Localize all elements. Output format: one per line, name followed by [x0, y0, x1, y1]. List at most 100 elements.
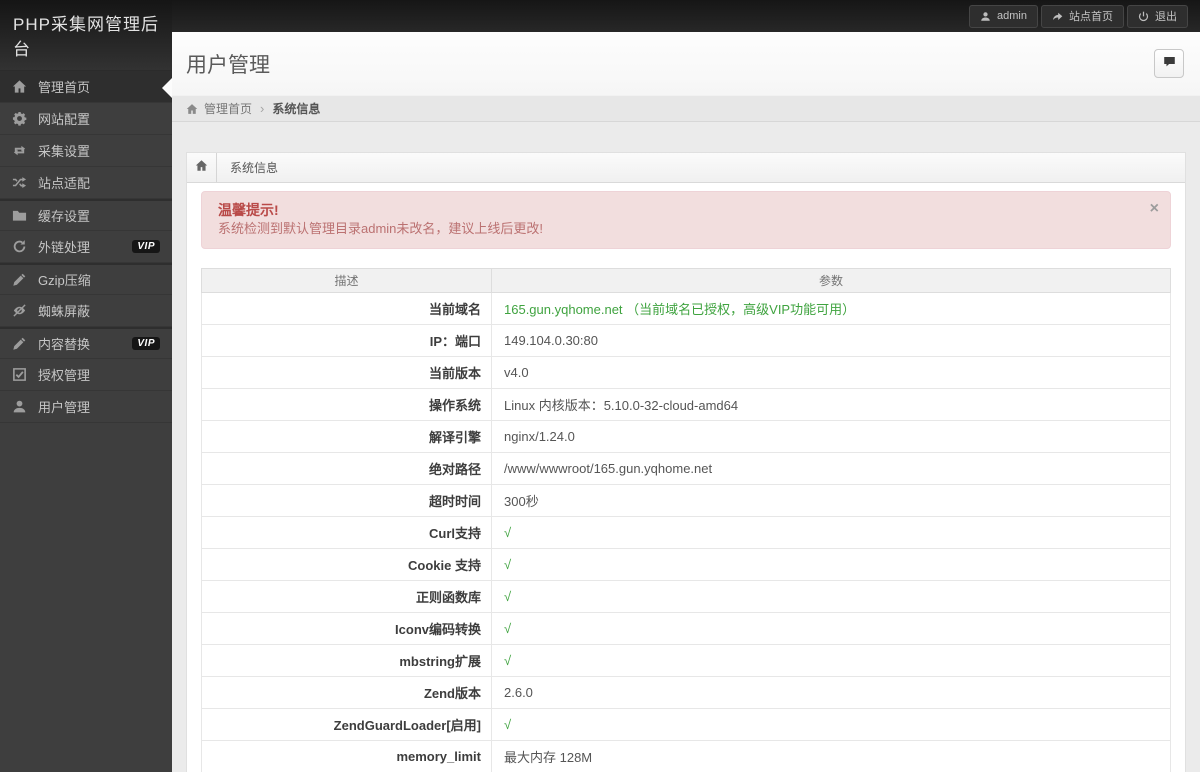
folder-icon — [12, 208, 27, 223]
sidebar-item-label: 缓存设置 — [38, 209, 91, 224]
sidebar-item-auth-manage[interactable]: 授权管理 — [0, 359, 172, 391]
sidebar-item-outlink-process[interactable]: 外链处理 VIP — [0, 231, 172, 263]
row-value: √ — [491, 644, 1171, 678]
sidebar-item-label: 网站配置 — [38, 112, 91, 127]
sidebar-item-admin-home[interactable]: 管理首页 — [0, 71, 172, 103]
panel-tab-label: 系统信息 — [230, 161, 279, 175]
row-label: Cookie 支持 — [201, 548, 492, 582]
home-icon — [195, 159, 208, 177]
breadcrumb-current: 系统信息 — [272, 102, 321, 116]
row-value: √ — [491, 612, 1171, 646]
row-label: 当前版本 — [201, 356, 492, 390]
warning-alert: 温馨提示! 系统检测到默认管理目录admin未改名，建议上线后更改! × — [201, 191, 1171, 250]
table-row: memory_limit 最大内存 128M — [201, 740, 1171, 772]
sidebar-item-spider-block[interactable]: 蜘蛛屏蔽 — [0, 295, 172, 327]
table-row: Curl支持 √ — [201, 516, 1171, 550]
sidebar-item-content-replace[interactable]: 内容替换 VIP — [0, 327, 172, 359]
table-row: Cookie 支持 √ — [201, 548, 1171, 582]
table-row: Zend版本 2.6.0 — [201, 676, 1171, 710]
topbar-button-label: admin — [997, 10, 1027, 22]
spider-icon — [12, 303, 27, 318]
row-label: 当前域名 — [201, 292, 492, 326]
panel-home-button[interactable] — [187, 153, 217, 182]
breadcrumb-home-link[interactable]: 管理首页 — [186, 100, 252, 117]
row-value: √ — [491, 516, 1171, 550]
alert-title: 温馨提示! — [218, 202, 279, 218]
topbar: admin 站点首页 退出 — [172, 0, 1200, 32]
refresh-icon — [12, 239, 27, 254]
sidebar-item-gzip-compress[interactable]: Gzip压缩 — [0, 263, 172, 295]
sidebar-item-cache-settings[interactable]: 缓存设置 — [0, 199, 172, 231]
sidebar-item-label: 外链处理 — [38, 240, 91, 255]
alert-body: 系统检测到默认管理目录admin未改名，建议上线后更改! — [218, 220, 544, 236]
table-row: 超时时间 300秒 — [201, 484, 1171, 518]
row-value: /www/wwwroot/165.gun.yqhome.net — [491, 452, 1171, 486]
sidebar-item-site-config[interactable]: 网站配置 — [0, 103, 172, 135]
comment-icon — [1163, 55, 1176, 73]
panel-header: 系统信息 — [187, 153, 1185, 183]
sidebar-item-label: Gzip压缩 — [38, 273, 91, 288]
gear-icon — [12, 111, 27, 126]
table-row: Iconv编码转换 √ — [201, 612, 1171, 646]
topbar-button-admin-user[interactable]: admin — [969, 4, 1038, 28]
vip-badge: VIP — [132, 337, 160, 350]
app-logo: PHP采集网管理后台 — [0, 0, 172, 70]
row-label: 操作系统 — [201, 388, 492, 422]
user-icon — [980, 11, 991, 22]
table-row: 正则函数库 √ — [201, 580, 1171, 614]
breadcrumb: 管理首页 › 系统信息 — [172, 95, 1200, 122]
table-row: 当前版本 v4.0 — [201, 356, 1171, 390]
row-label: Curl支持 — [201, 516, 492, 550]
table-row: 操作系统 Linux 内核版本：5.10.0-32-cloud-amd64 — [201, 388, 1171, 422]
row-value: 最大内存 128M — [491, 740, 1171, 772]
row-label: mbstring扩展 — [201, 644, 492, 678]
sidebar-item-label: 站点适配 — [38, 176, 91, 191]
breadcrumb-home-label: 管理首页 — [204, 102, 253, 116]
row-label: 绝对路径 — [201, 452, 492, 486]
sidebar-item-user-manage[interactable]: 用户管理 — [0, 391, 172, 423]
row-label: ZendGuardLoader[启用] — [201, 708, 492, 742]
checksquare-icon — [12, 367, 27, 382]
topbar-button-logout[interactable]: 退出 — [1127, 4, 1188, 28]
row-value: 149.104.0.30:80 — [491, 324, 1171, 358]
row-value: 165.gun.yqhome.net （当前域名已授权，高级VIP功能可用） — [491, 292, 1171, 326]
table-row: mbstring扩展 √ — [201, 644, 1171, 678]
row-label: 超时时间 — [201, 484, 492, 518]
sidebar-item-label: 用户管理 — [38, 400, 91, 415]
power-icon — [1138, 11, 1149, 22]
row-value: √ — [491, 548, 1171, 582]
system-info-panel: 系统信息 温馨提示! 系统检测到默认管理目录admin未改名，建议上线后更改! … — [186, 152, 1186, 772]
alert-close-button[interactable]: × — [1150, 201, 1159, 217]
content-area: 系统信息 温馨提示! 系统检测到默认管理目录admin未改名，建议上线后更改! … — [172, 152, 1200, 772]
home-icon — [186, 103, 198, 115]
row-label: 解译引擎 — [201, 420, 492, 454]
row-value: √ — [491, 708, 1171, 742]
app-logo-text: PHP采集网管理后台 — [13, 15, 159, 59]
row-label: IP：端口 — [201, 324, 492, 358]
table-header-row: 描述 参数 — [201, 268, 1171, 294]
sidebar-nav: 管理首页网站配置采集设置站点适配缓存设置外链处理 VIP Gzip压缩蜘蛛屏蔽 内容替… — [0, 70, 172, 423]
sidebar-item-site-adapt[interactable]: 站点适配 — [0, 167, 172, 199]
vip-badge: VIP — [132, 240, 160, 253]
table-column-header: 描述 — [201, 268, 492, 294]
topbar-button-site-home[interactable]: 站点首页 — [1041, 4, 1124, 28]
home-icon — [12, 79, 27, 94]
sidebar-item-collect-settings[interactable]: 采集设置 — [0, 135, 172, 167]
comment-button[interactable] — [1154, 49, 1184, 78]
collect-icon — [12, 143, 27, 158]
table-column-header: 参数 — [491, 268, 1171, 294]
pencil-icon — [12, 272, 27, 287]
row-value: Linux 内核版本：5.10.0-32-cloud-amd64 — [491, 388, 1171, 422]
table-row: ZendGuardLoader[启用] √ — [201, 708, 1171, 742]
active-item-caret — [162, 78, 172, 98]
topbar-button-label: 站点首页 — [1069, 11, 1113, 23]
row-label: 正则函数库 — [201, 580, 492, 614]
page-header: 用户管理 — [172, 32, 1200, 95]
row-value: 2.6.0 — [491, 676, 1171, 710]
main-area: 用户管理 管理首页 › 系统信息 系统信息 温馨提示! 系统检测到默认管理目录a… — [172, 0, 1200, 772]
row-value: √ — [491, 580, 1171, 614]
row-label: memory_limit — [201, 740, 492, 772]
table-row: 当前域名 165.gun.yqhome.net （当前域名已授权，高级VIP功能可… — [201, 292, 1171, 326]
user-icon — [12, 399, 27, 414]
shuffle-icon — [12, 175, 27, 190]
